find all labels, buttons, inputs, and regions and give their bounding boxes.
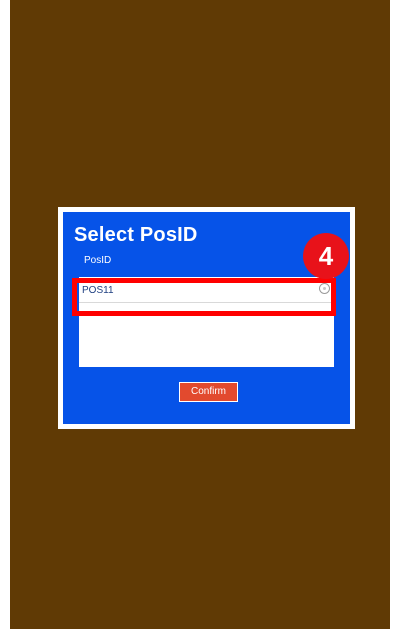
posid-option-label: POS11: [82, 285, 114, 296]
posid-list: POS11: [79, 277, 334, 367]
dialog-title: Select PosID: [74, 224, 198, 246]
step-number-badge: 4: [303, 233, 349, 279]
radio-button-icon[interactable]: [319, 283, 330, 294]
confirm-button[interactable]: Confirm: [179, 382, 238, 402]
posid-label: PosID: [84, 255, 112, 266]
posid-option-pos11[interactable]: POS11: [79, 277, 334, 303]
